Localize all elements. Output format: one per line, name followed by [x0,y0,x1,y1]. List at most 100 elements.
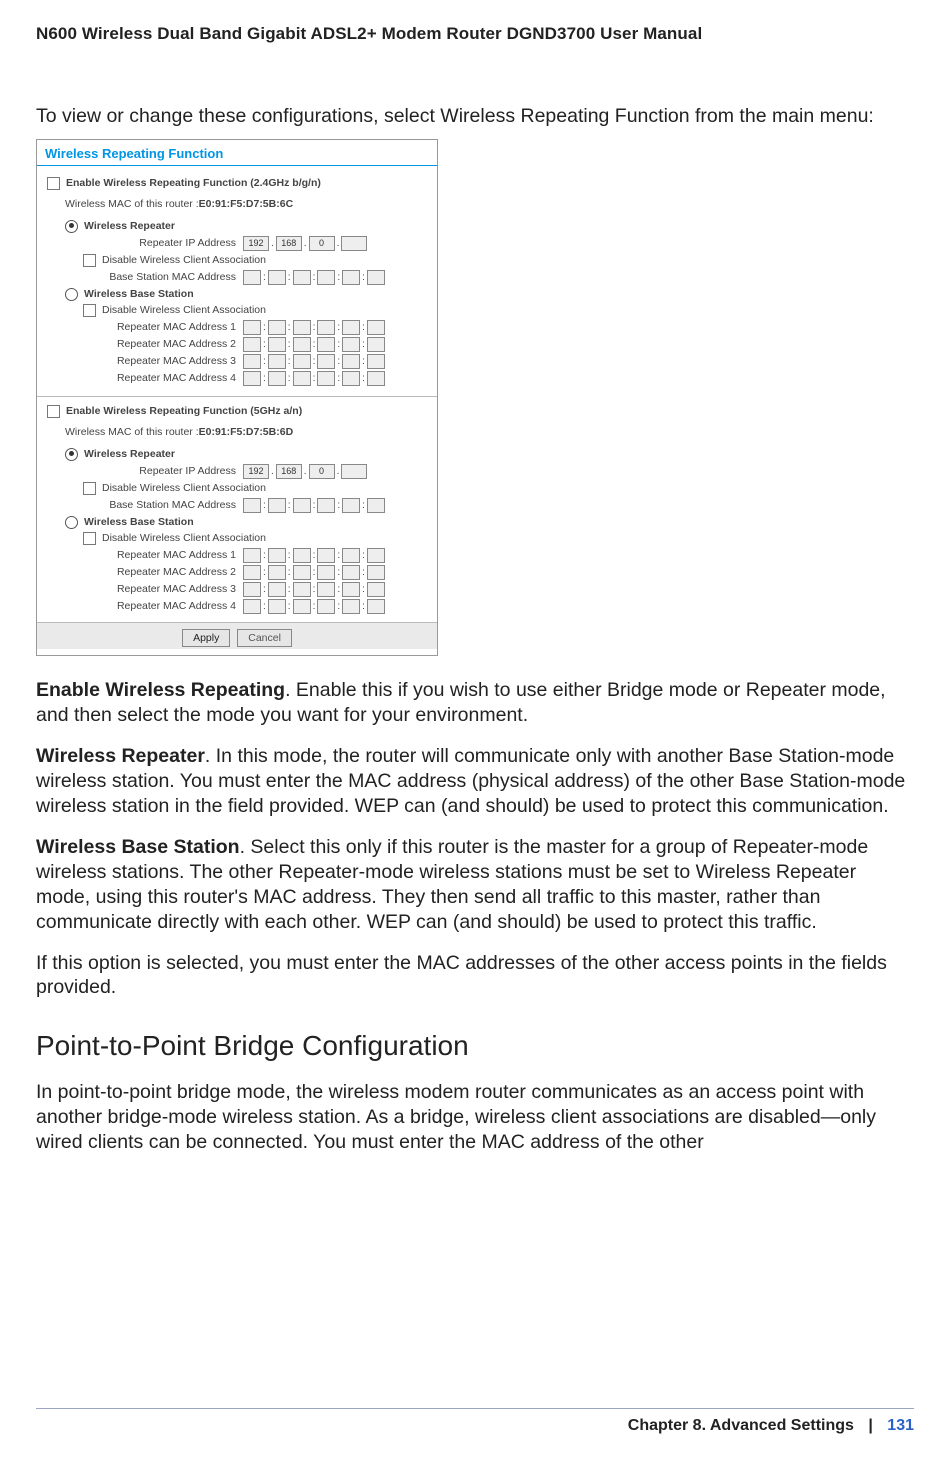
mac-field[interactable] [367,270,385,285]
repeater-5-label: Wireless Repeater [84,448,175,460]
mac-field[interactable] [317,548,335,563]
rep-mac-24-2-label: Repeater MAC Address 2 [101,338,242,350]
mac-field[interactable] [317,582,335,597]
ip-5-octet-3[interactable]: 0 [309,464,335,479]
base-station-5-radio[interactable] [65,516,78,529]
rep-mac-5-1-row: Repeater MAC Address 1 ::::: [47,548,427,563]
para-base-station: Wireless Base Station. Select this only … [36,835,914,935]
mac-field[interactable] [367,548,385,563]
mac-field[interactable] [367,337,385,352]
mac-field[interactable] [243,548,261,563]
rep-mac-5-2-row: Repeater MAC Address 2 ::::: [47,565,427,580]
mac-field[interactable] [268,548,286,563]
repeater-24-radio[interactable] [65,220,78,233]
mac-field[interactable] [342,371,360,386]
ip-24-octet-1[interactable]: 192 [243,236,269,251]
mac-field[interactable] [367,320,385,335]
base-station-5-label: Wireless Base Station [84,516,194,528]
mac-field[interactable] [293,582,311,597]
mac-field[interactable] [367,565,385,580]
mac-field[interactable] [342,320,360,335]
mac-field[interactable] [243,337,261,352]
disable-assoc-5-checkbox[interactable] [83,482,96,495]
disable-assoc-5b-checkbox[interactable] [83,532,96,545]
para-enable: Enable Wireless Repeating. Enable this i… [36,678,914,728]
mac-field[interactable] [293,371,311,386]
mac-field[interactable] [342,565,360,580]
colon-icon: : [312,272,317,283]
mac-field[interactable] [342,270,360,285]
disable-assoc-24-row: Disable Wireless Client Association [47,254,427,267]
ip-5-octet-4[interactable] [341,464,367,479]
repeater-ip-5-row: Repeater IP Address 192. 168. 0. [47,464,427,479]
apply-button[interactable]: Apply [182,629,230,647]
mac-field[interactable] [268,337,286,352]
mac-field[interactable] [317,565,335,580]
disable-assoc-24b-checkbox[interactable] [83,304,96,317]
ip-24-octet-4[interactable] [341,236,367,251]
mac-field[interactable] [342,354,360,369]
ip-5-octet-1[interactable]: 192 [243,464,269,479]
mac-field[interactable] [243,354,261,369]
mac-field[interactable] [243,599,261,614]
mac-field[interactable] [367,582,385,597]
running-header: N600 Wireless Dual Band Gigabit ADSL2+ M… [36,24,914,44]
mac-field[interactable] [293,337,311,352]
mac-field[interactable] [367,498,385,513]
mac use-field[interactable] [243,270,261,285]
repeater-5-radio[interactable] [65,448,78,461]
mac-field[interactable] [317,498,335,513]
mac-field[interactable] [367,599,385,614]
disable-assoc-24-checkbox[interactable] [83,254,96,267]
mac-field[interactable] [317,599,335,614]
mac-field[interactable] [342,548,360,563]
mac-field[interactable] [268,582,286,597]
mac-field[interactable] [293,498,311,513]
mac-field[interactable] [268,354,286,369]
footer-page-number: 131 [887,1417,914,1434]
mac-24-prefix: Wireless MAC of this router : [65,198,199,210]
cancel-button[interactable]: Cancel [237,629,292,647]
para-enable-strong: Enable Wireless Repeating [36,679,285,701]
mac-field[interactable] [268,270,286,285]
mac-field[interactable] [268,320,286,335]
mac-field[interactable] [317,320,335,335]
mac-field[interactable] [342,498,360,513]
ip-24-octet-3[interactable]: 0 [309,236,335,251]
mac-field[interactable] [293,599,311,614]
mac-field[interactable] [342,582,360,597]
mac-field[interactable] [268,498,286,513]
mac-field[interactable] [367,371,385,386]
enable-24ghz-checkbox[interactable] [47,177,60,190]
mac-5-value: E0:91:F5:D7:5B:6D [199,426,294,438]
ip-24-octet-2[interactable]: 168 [276,236,302,251]
mac-field[interactable] [317,337,335,352]
mac-field[interactable] [293,548,311,563]
mac-field[interactable] [268,565,286,580]
base-station-24-radio[interactable] [65,288,78,301]
para-base-strong: Wireless Base Station [36,836,240,858]
mac-field[interactable] [293,270,311,285]
ip-5-octet-2[interactable]: 168 [276,464,302,479]
repeater-24-label: Wireless Repeater [84,220,175,232]
mac-field[interactable] [293,320,311,335]
mac-field[interactable] [243,565,261,580]
mac-field[interactable] [293,565,311,580]
base-station-24-label: Wireless Base Station [84,288,194,300]
mac-field[interactable] [342,599,360,614]
mac-field[interactable] [317,371,335,386]
mac-field[interactable] [243,582,261,597]
dot-icon: . [336,238,341,249]
disable-assoc-5b-label: Disable Wireless Client Association [102,532,266,544]
mac-field[interactable] [243,371,261,386]
mac-field[interactable] [243,498,261,513]
mac-field[interactable] [317,270,335,285]
mac-field[interactable] [243,320,261,335]
mac-field[interactable] [268,599,286,614]
mac-field[interactable] [367,354,385,369]
mac-field[interactable] [293,354,311,369]
mac-field[interactable] [342,337,360,352]
mac-field[interactable] [268,371,286,386]
mac-field[interactable] [317,354,335,369]
enable-5ghz-checkbox[interactable] [47,405,60,418]
